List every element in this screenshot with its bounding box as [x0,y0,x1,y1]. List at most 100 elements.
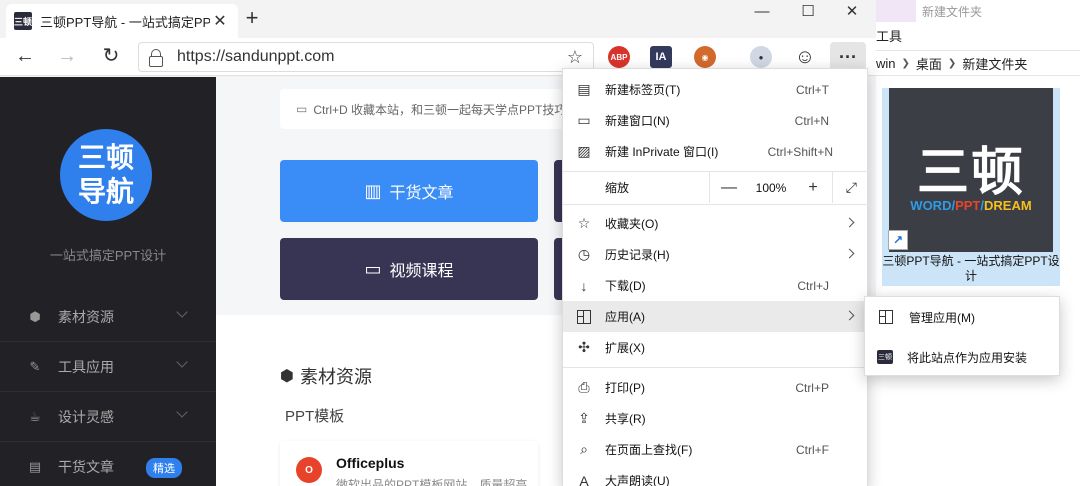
wrench-icon: ✎ [29,358,41,374]
articles-button-label: 干货文章 [389,185,454,202]
lock-icon[interactable] [149,49,163,67]
apps-grid-icon [575,308,593,326]
menu-zoom: 缩放 — 100% + ⤢ [563,172,869,203]
site-logo[interactable]: 三顿 导航 [60,129,152,221]
shortcut-arrow-icon: ↗ [888,230,908,250]
path-segment[interactable]: 桌面 [916,54,942,73]
submenu-install-site[interactable]: 三顿 将此站点作为应用安装 [865,337,1059,377]
back-arrow-icon[interactable]: ← [10,42,40,72]
zoom-in-button[interactable]: + [794,179,832,197]
submenu-manage-apps[interactable]: 管理应用(M) [865,297,1059,337]
shortcut-thumbnail: 三顿 WORD/PPT/DREAM [889,88,1053,252]
slogan-word: WORD [910,198,952,213]
menu-label: 应用(A) [605,310,645,324]
share-icon: ⇪ [578,410,590,426]
menu-shortcut: Ctrl+Shift+N [767,144,833,159]
menu-new-tab[interactable]: ▤ 新建标签页(T) Ctrl+T [563,74,869,105]
explorer-title: 新建文件夹 [922,5,983,19]
sidebar-item-inspiration[interactable]: ☕ 设计灵感 [0,392,216,442]
section-title-text: 素材资源 [299,367,372,387]
articles-button[interactable]: ▥ 干货文章 [280,160,538,222]
profile-avatar-icon[interactable]: ● [750,46,772,68]
file-name-label: 三顿PPT导航 - 一站式搞定PPT设计 [882,254,1060,283]
menu-find[interactable]: ⌕ 在页面上查找(F) Ctrl+F [563,434,869,465]
chevron-right-icon: ❯ [947,57,957,69]
menu-print[interactable]: ⎙ 打印(P) Ctrl+P [563,372,869,403]
refresh-icon[interactable]: ↻ [96,42,126,72]
section-title: ⬢ 素材资源 [280,363,372,389]
menu-label: 共享(R) [605,412,646,426]
browser-settings-menu: ▤ 新建标签页(T) Ctrl+T ▭ 新建窗口(N) Ctrl+N ▨ 新建 … [562,68,869,486]
forward-arrow-icon[interactable]: → [52,42,82,72]
adblock-extension-icon[interactable]: ABP [608,46,630,68]
videos-button[interactable]: ▭ 视频课程 [280,238,538,300]
printer-icon: ⎙ [578,379,590,395]
menu-share[interactable]: ⇪ 共享(R) [563,403,869,434]
bookmark-icon: ▭ [296,102,308,116]
favorite-star-icon[interactable]: ☆ [567,47,583,68]
fullscreen-icon[interactable]: ⤢ [846,179,857,196]
bookmark-tip: ▭ Ctrl+D 收藏本站，和三顿一起每天学点PPT技巧 [280,89,580,129]
path-segment[interactable]: win [876,56,896,71]
tip-text: Ctrl+D 收藏本站，和三顿一起每天学点PPT技巧 [313,102,567,117]
menu-label: 打印(P) [605,381,645,395]
menu-new-inprivate[interactable]: ▨ 新建 InPrivate 窗口(I) Ctrl+Shift+N [563,136,869,167]
path-segment[interactable]: 新建文件夹 [962,54,1027,73]
ia-extension-icon[interactable]: IA [650,46,672,68]
thumbnail-slogan: WORD/PPT/DREAM [889,198,1053,213]
explorer-tools-tab[interactable]: 工具 [876,26,902,45]
menu-favorites[interactable]: ☆ 收藏夹(O) [563,208,869,239]
menu-apps[interactable]: 应用(A) [563,301,869,332]
zoom-controls: — 100% + ⤢ [709,172,869,203]
menu-divider [563,204,869,205]
menu-shortcut: Ctrl+N [794,113,829,128]
apps-submenu: 管理应用(M) 三顿 将此站点作为应用安装 [864,296,1060,376]
card-title: Officeplus [336,455,405,471]
cube-icon: ⬢ [29,308,41,324]
close-tab-icon[interactable]: ✕ [210,11,230,31]
slogan-dream: DREAM [984,198,1032,213]
apps-grid-icon [877,308,895,326]
menu-label: 在页面上查找(F) [605,443,693,457]
menu-label: 大声朗读(U) [605,474,670,486]
sidebar-item-articles[interactable]: ▤ 干货文章 精选 [0,442,216,486]
explorer-file-area: 三顿 WORD/PPT/DREAM ↗ 三顿PPT导航 - 一站式搞定PPT设计 [876,76,1080,486]
tab-strip: 三顿 三顿PPT导航 - 一站式搞定PPT设 ✕ + — ☐ ✕ [0,0,876,38]
menu-read-aloud[interactable]: A 大声朗读(U) [563,465,869,486]
favorites-star-icon: ☆ [577,215,591,231]
tampermonkey-extension-icon[interactable]: ◉ [694,46,716,68]
sidebar-item-tools[interactable]: ✎ 工具应用 [0,342,216,392]
minimize-button[interactable]: — [740,0,784,26]
slogan-ppt: PPT [955,198,981,213]
menu-extensions[interactable]: ✣ 扩展(X) [563,332,869,363]
menu-history[interactable]: ◷ 历史记录(H) [563,239,869,270]
menu-divider [563,367,869,368]
site-app-icon: 三顿 [877,350,893,364]
zoom-spacer [575,179,593,197]
site-sidebar: 三顿 导航 一站式搞定PPT设计 ⬢ 素材资源 ✎ 工具应用 ☕ 设计灵感 ▤ [0,77,216,486]
close-window-button[interactable]: ✕ [830,0,874,26]
explorer-ribbon-tab [876,0,916,22]
explorer-address-path[interactable]: win ❯ 桌面 ❯ 新建文件夹 [876,50,1080,76]
site-tagline: 一站式搞定PPT设计 [49,248,167,263]
officeplus-card[interactable]: O Officeplus 微软出品的PPT模板网站，质量超高 [280,441,538,486]
url-input[interactable] [177,48,567,66]
menu-downloads[interactable]: ↓ 下载(D) Ctrl+J [563,270,869,301]
new-tab-button[interactable]: + [242,6,262,32]
menu-shortcut: Ctrl+P [795,380,829,395]
new-tab-icon: ▤ [577,81,591,97]
find-page-icon: ⌕ [580,441,588,457]
feedback-smile-icon[interactable]: ☺ [794,46,816,68]
app-shortcut-file[interactable]: 三顿 WORD/PPT/DREAM ↗ 三顿PPT导航 - 一站式搞定PPT设计 [882,88,1060,286]
logo-line-2: 导航 [77,175,134,208]
site-favicon-icon: 三顿 [14,12,32,30]
menu-new-window[interactable]: ▭ 新建窗口(N) Ctrl+N [563,105,869,136]
sidebar-item-materials[interactable]: ⬢ 素材资源 [0,292,216,342]
browser-tab[interactable]: 三顿 三顿PPT导航 - 一站式搞定PPT设 ✕ [6,4,238,38]
address-bar[interactable]: ☆ [138,42,594,72]
sidebar-item-label: 工具应用 [58,358,114,375]
menu-shortcut: Ctrl+J [797,278,829,293]
zoom-out-button[interactable]: — [710,179,748,197]
officeplus-logo-icon: O [296,457,322,483]
maximize-button[interactable]: ☐ [786,0,830,26]
